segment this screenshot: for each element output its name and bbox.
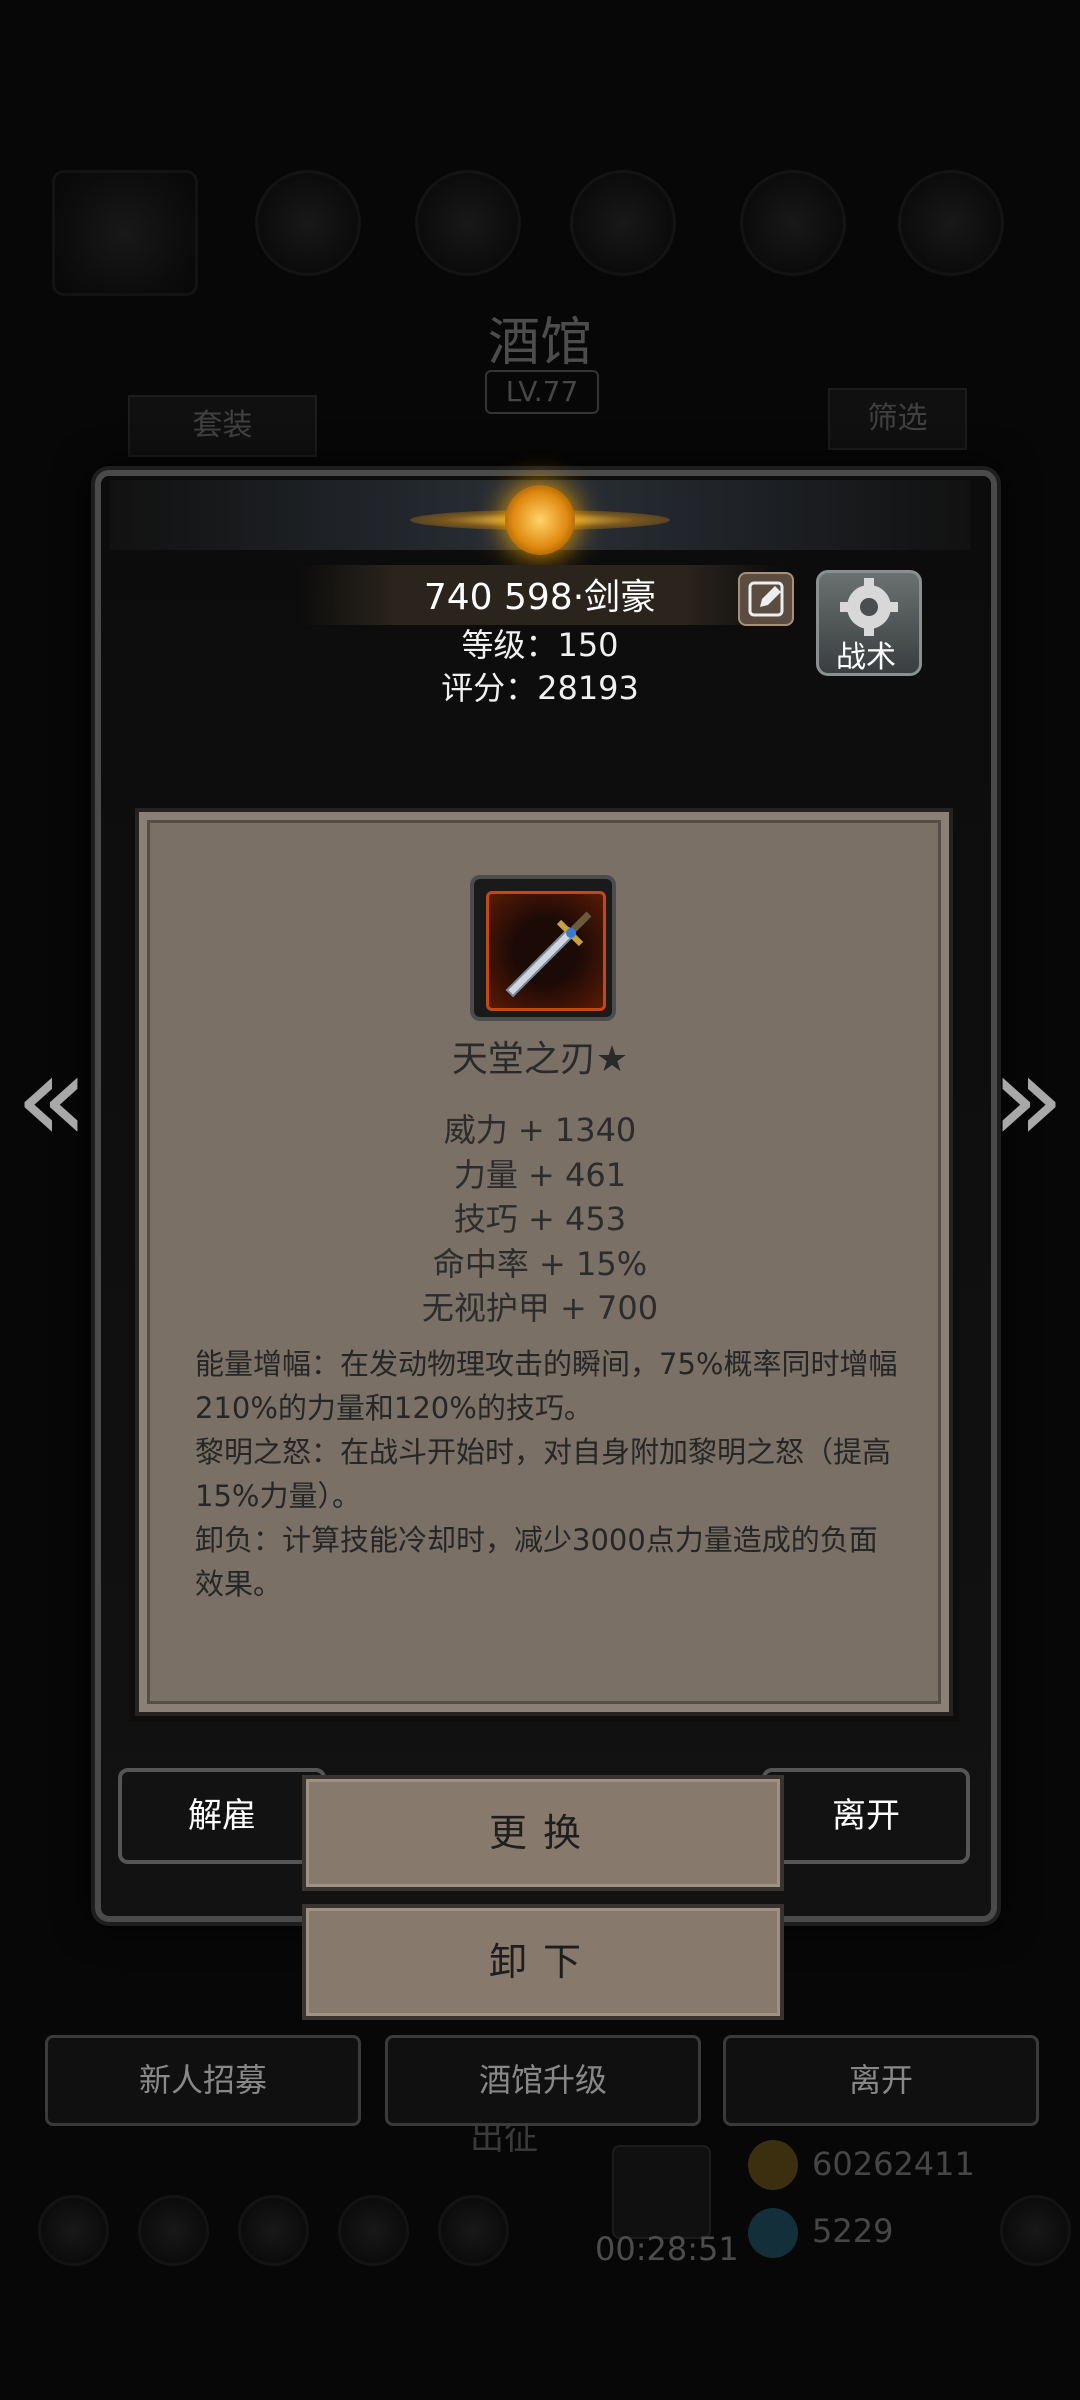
sun-emblem-icon (505, 485, 575, 555)
hero-score: 评分：28193 (441, 669, 639, 707)
previous-arrow-icon[interactable]: « (12, 1040, 92, 1160)
tactics-label: 战术 (836, 640, 896, 675)
item-stat: 技巧 + 453 (453, 1200, 627, 1238)
background-menu-icon (898, 170, 1004, 276)
bottom-menu-icon (438, 2195, 509, 2266)
background-menu-icon (415, 170, 521, 276)
item-skill-description: 卸负：计算技能冷却时，减少3000点力量造成的负面效果。 (195, 1523, 878, 1601)
timer: 00:28:51 (595, 2230, 739, 2268)
item-icon-frame (470, 875, 616, 1021)
gift-icon[interactable] (612, 2145, 711, 2239)
background-menu-icon (740, 170, 846, 276)
item-stat: 力量 + 461 (453, 1156, 627, 1194)
unequip-button[interactable]: 卸下 (302, 1904, 784, 2020)
background-menu-icon (570, 170, 676, 276)
tavern-upgrade-button[interactable]: 酒馆升级 (385, 2035, 701, 2126)
background-menu-icon (255, 170, 361, 276)
item-name: 天堂之刃★ (451, 1039, 629, 1080)
item-stat: 命中率 + 15% (432, 1245, 648, 1283)
tavern-title: 酒馆 (487, 313, 592, 373)
item-stat: 威力 + 1340 (443, 1111, 637, 1149)
bottom-menu-icon (238, 2195, 309, 2266)
filter-button[interactable]: 筛选 (828, 388, 967, 450)
item-stat: 无视护甲 + 700 (421, 1289, 659, 1327)
tavern-level: LV.77 (485, 370, 599, 414)
next-arrow-icon[interactable]: » (988, 1040, 1068, 1160)
gem-amount: 5229 (812, 2212, 894, 2250)
gold-coin-icon (748, 2140, 798, 2190)
recruit-button[interactable]: 新人招募 (45, 2035, 361, 2126)
background-leave-button[interactable]: 离开 (723, 2035, 1039, 2126)
hero-level: 等级：150 (461, 626, 619, 664)
bottom-menu-icon (38, 2195, 109, 2266)
pencil-icon (748, 581, 784, 617)
set-button[interactable]: 套装 (128, 395, 317, 457)
sword-icon (505, 911, 592, 998)
item-icon-background (486, 891, 606, 1011)
bottom-menu-icon (138, 2195, 209, 2266)
background-portrait (52, 170, 198, 296)
gem-icon (748, 2208, 798, 2258)
dismiss-button[interactable]: 解雇 (118, 1768, 326, 1864)
edit-name-button[interactable] (738, 572, 794, 626)
bottom-menu-icon (338, 2195, 409, 2266)
replace-button[interactable]: 更换 (302, 1775, 784, 1891)
leave-button[interactable]: 离开 (762, 1768, 970, 1864)
bottom-menu-icon (1000, 2195, 1071, 2266)
item-skill-description: 黎明之怒：在战斗开始时，对自身附加黎明之怒（提高15%力量）。 (195, 1435, 892, 1513)
hero-name: 740 598·剑豪 (423, 577, 657, 618)
gold-amount: 60262411 (812, 2145, 975, 2183)
item-skill-description: 能量增幅：在发动物理攻击的瞬间，75%概率同时增幅210%的力量和120%的技巧… (195, 1347, 898, 1425)
